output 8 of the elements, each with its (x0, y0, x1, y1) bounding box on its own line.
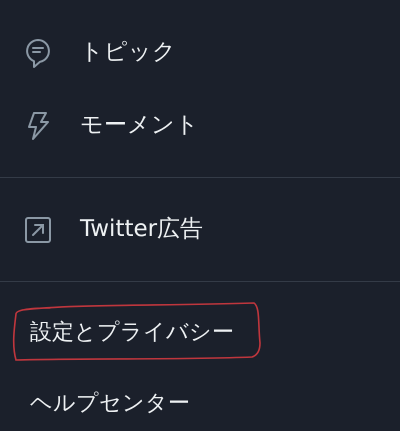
lightning-icon (27, 110, 49, 140)
menu-item[interactable]: トピック (80, 35, 176, 70)
menu-item[interactable]: Twitter広告 (80, 212, 204, 247)
menu-item[interactable]: ヘルプセンター (30, 387, 190, 420)
menu-item[interactable]: 設定とプライバシー (30, 316, 234, 349)
menu-item[interactable]: モーメント (80, 108, 199, 143)
external-link-icon (24, 216, 52, 244)
speech-bubble-icon (25, 38, 51, 68)
